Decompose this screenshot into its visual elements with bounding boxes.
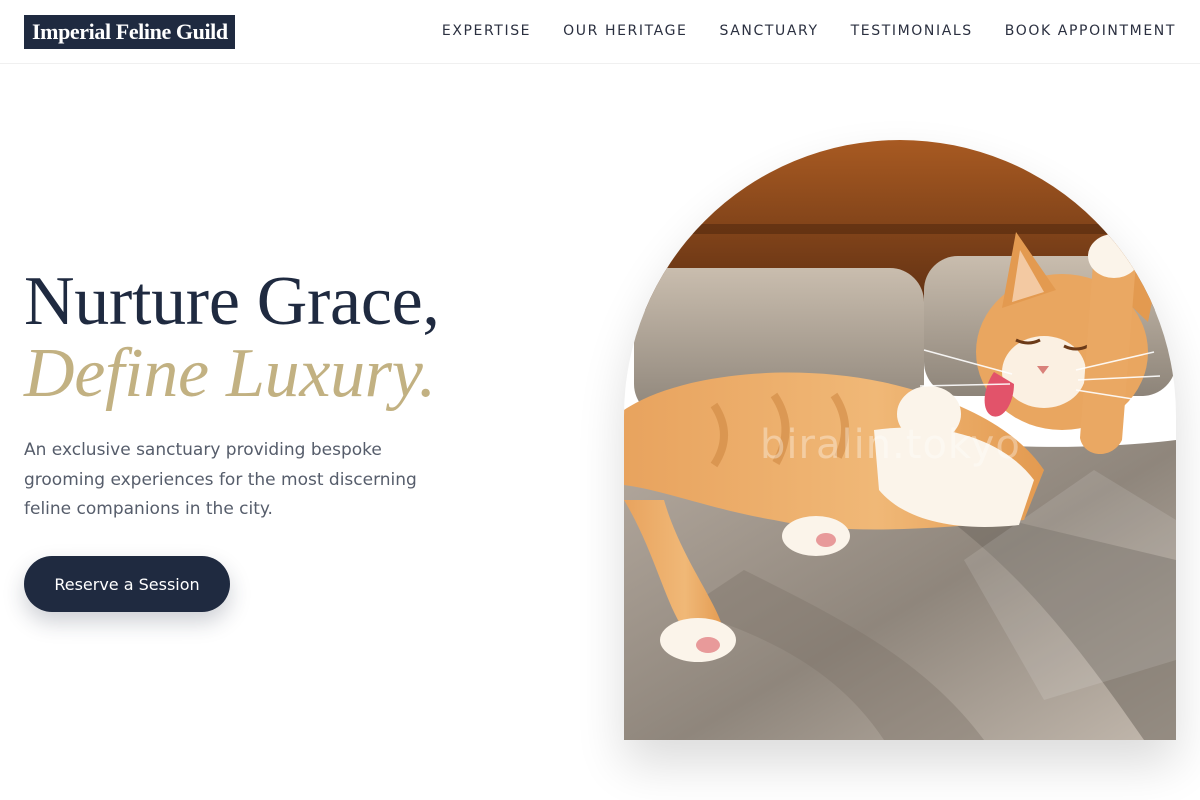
nav-link-book-appointment[interactable]: BOOK APPOINTMENT	[1005, 23, 1176, 39]
hero-description: An exclusive sanctuary providing bespoke…	[24, 440, 417, 519]
hero-title-line-2: Define Luxury.	[24, 335, 436, 412]
hero-title: Nurture Grace, Define Luxury.	[24, 266, 440, 410]
reserve-session-button[interactable]: Reserve a Session	[24, 556, 230, 612]
site-header: Imperial Feline Guild EXPERTISE OUR HERI…	[0, 0, 1200, 64]
hero-title-line-1: Nurture Grace,	[24, 263, 440, 340]
nav-link-sanctuary[interactable]: SANCTUARY	[720, 23, 819, 39]
nav-link-testimonials[interactable]: TESTIMONIALS	[851, 23, 973, 39]
main-nav: EXPERTISE OUR HERITAGE SANCTUARY TESTIMO…	[442, 0, 1176, 62]
page: Imperial Feline Guild EXPERTISE OUR HERI…	[0, 0, 1200, 800]
brand-logo[interactable]: Imperial Feline Guild	[24, 15, 235, 49]
nav-link-our-heritage[interactable]: OUR HERITAGE	[563, 23, 687, 39]
image-watermark: biralin.tokyo	[760, 422, 1021, 468]
hero-image: biralin.tokyo	[624, 140, 1176, 740]
nav-link-expertise[interactable]: EXPERTISE	[442, 23, 531, 39]
